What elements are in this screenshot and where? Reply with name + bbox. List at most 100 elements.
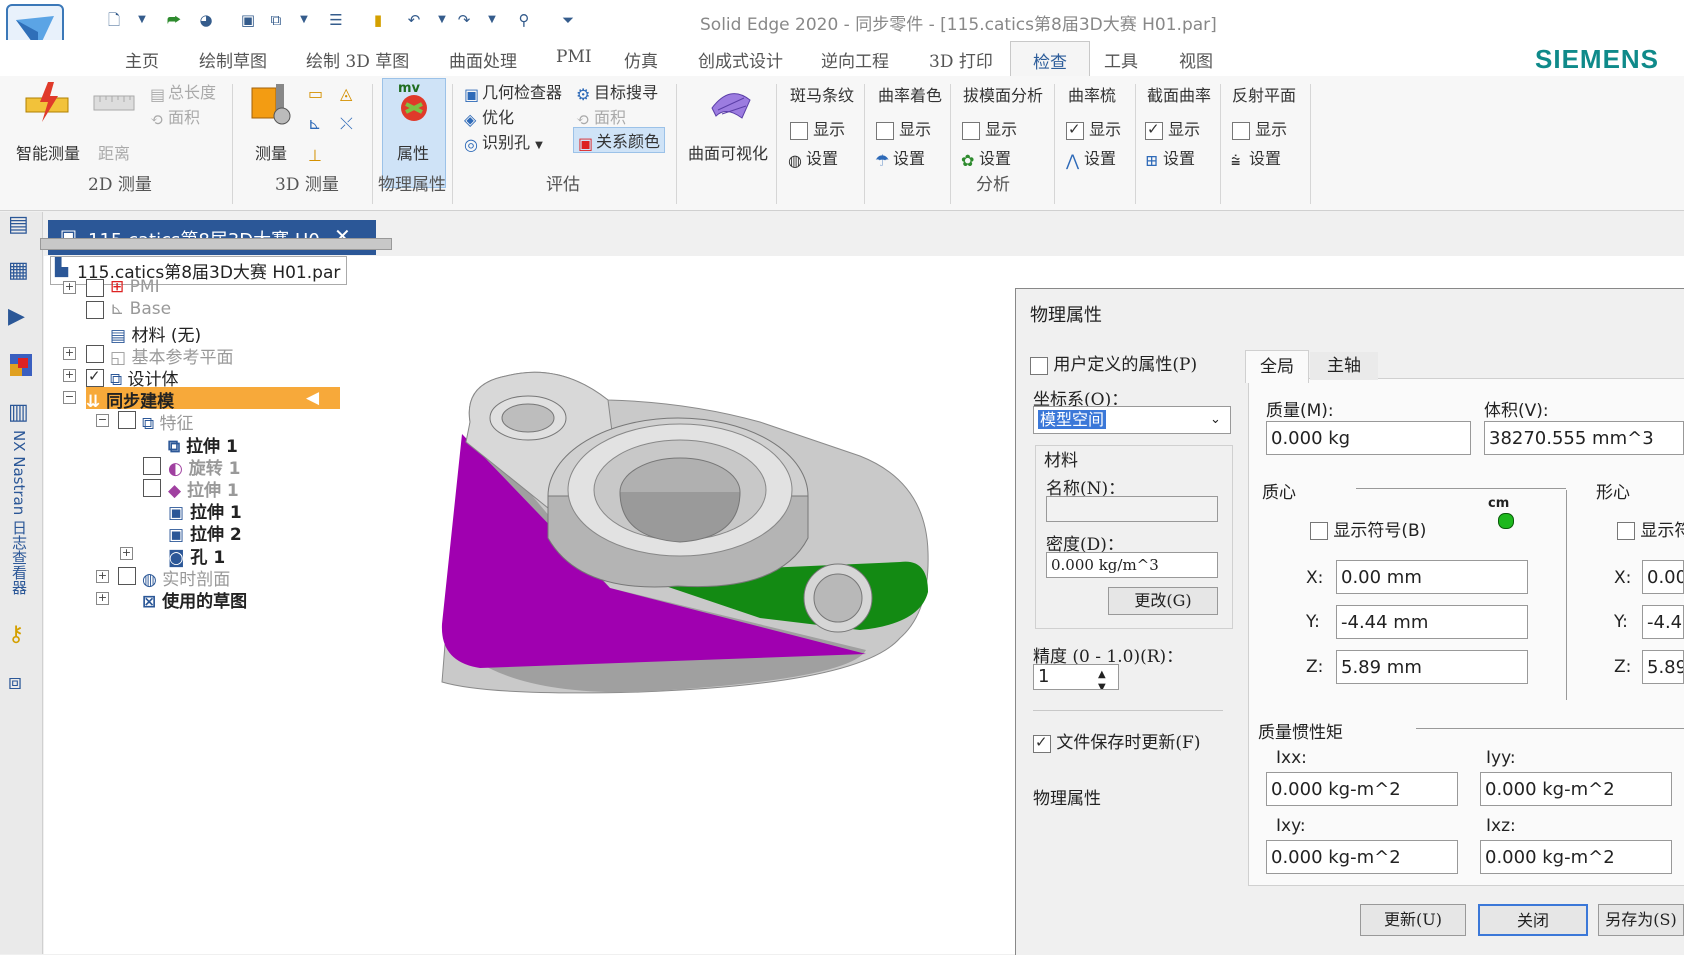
nx-nastran-log-viewer-tab[interactable]: NX Nastran 日志查看器 bbox=[10, 430, 30, 595]
ixy-field[interactable]: 0.000 kg-m^2 bbox=[1266, 840, 1458, 874]
layers-icon[interactable]: ▦ bbox=[8, 258, 34, 284]
splitter-handle[interactable] bbox=[40, 238, 392, 250]
tab-simulation[interactable]: 仿真 bbox=[624, 47, 658, 72]
collapse-features[interactable]: − bbox=[96, 414, 109, 427]
volume-field[interactable]: 38270.555 mm^3 bbox=[1484, 421, 1684, 455]
smart-measure-icon[interactable] bbox=[24, 80, 70, 130]
section-curvature-check-icon[interactable] bbox=[1145, 120, 1163, 140]
centroid-y-field[interactable]: -4.44 mm bbox=[1336, 605, 1528, 639]
show-shape-center-checkbox[interactable]: 显示符 bbox=[1617, 516, 1684, 541]
reflect-plane-settings-button[interactable]: ⩭ 设置 bbox=[1231, 145, 1281, 170]
optimize-button[interactable]: ◈ 优化 bbox=[464, 104, 514, 129]
save-as-button[interactable]: 另存为(S) bbox=[1598, 904, 1684, 936]
dropdown-arrow-icon[interactable]: ▼ bbox=[132, 10, 152, 30]
close-button[interactable]: 关闭 bbox=[1478, 904, 1588, 936]
part-model-3d[interactable] bbox=[430, 362, 1020, 712]
tree-item-extrude-2[interactable]: ▣ 拉伸 2 bbox=[168, 520, 242, 545]
extrude-1b-checkbox[interactable] bbox=[143, 479, 161, 497]
revolve-checkbox[interactable] bbox=[143, 457, 161, 475]
tab-generative-design[interactable]: 创成式设计 bbox=[698, 47, 783, 72]
undo-icon[interactable]: ↶ bbox=[404, 10, 424, 30]
total-length-button[interactable]: ▤ 总长度 bbox=[150, 79, 216, 104]
section-curvature-show-checkbox[interactable]: 显示 bbox=[1145, 116, 1200, 140]
curvature-shading-show-checkbox[interactable]: 显示 bbox=[876, 116, 931, 140]
relation-color-button[interactable]: ▣ 关系颜色 bbox=[573, 127, 666, 153]
mass-field[interactable]: 0.000 kg bbox=[1266, 421, 1471, 455]
send-icon[interactable]: ◕ bbox=[196, 10, 216, 30]
centroid-x-field[interactable]: 0.00 mm bbox=[1336, 560, 1528, 594]
measure-coordinate-icon[interactable]: ⤬ bbox=[340, 114, 353, 134]
tree-item-used-sketches[interactable]: ⊠ 使用的草图 bbox=[142, 587, 247, 612]
measure-3d-label[interactable]: 测量 bbox=[255, 140, 287, 164]
reference-planes-checkbox[interactable] bbox=[86, 345, 104, 363]
draft-settings-button[interactable]: ✿ 设置 bbox=[961, 145, 1011, 170]
measure-3d-icon[interactable] bbox=[250, 82, 294, 130]
curvature-comb-check-icon[interactable] bbox=[1066, 120, 1084, 140]
update-on-save-checkbox[interactable]: 文件保存时更新(F) bbox=[1033, 728, 1200, 753]
update-on-save-check-icon[interactable] bbox=[1033, 733, 1051, 753]
save-all-icon[interactable]: ⧉ bbox=[266, 10, 286, 30]
measure-min-distance-icon[interactable]: ▭ bbox=[308, 84, 323, 103]
zebra-settings-button[interactable]: ◍ 设置 bbox=[788, 145, 838, 170]
shape-center-z-field[interactable]: 5.89 bbox=[1642, 650, 1684, 684]
tab-tools[interactable]: 工具 bbox=[1104, 47, 1138, 72]
tab-global[interactable]: 全局 bbox=[1245, 350, 1309, 383]
curvature-shading-settings-button[interactable]: ☂ 设置 bbox=[875, 145, 925, 170]
relationship-icon[interactable]: ⚲ bbox=[514, 10, 534, 30]
live-section-checkbox[interactable] bbox=[118, 567, 136, 585]
tab-3d-print[interactable]: 3D 打印 bbox=[929, 47, 993, 72]
tab-inspect[interactable]: 检查 bbox=[1010, 41, 1090, 81]
clipboard-icon[interactable]: ▮ bbox=[368, 10, 388, 30]
coord-system-select[interactable]: 模型空间 ⌄ bbox=[1033, 406, 1231, 434]
surface-visualization-icon[interactable] bbox=[708, 80, 754, 126]
precision-stepper[interactable]: 1 ▲ ▼ bbox=[1033, 664, 1119, 690]
save-dropdown-icon[interactable]: ▼ bbox=[294, 10, 314, 30]
rollback-arrow-icon[interactable]: ◀ bbox=[306, 388, 319, 408]
tab-reverse-engineering[interactable]: 逆向工程 bbox=[821, 47, 889, 72]
show-centroid-symbol-checkbox[interactable]: 显示符号(B) bbox=[1310, 516, 1426, 541]
tab-surfacing[interactable]: 曲面处理 bbox=[449, 47, 517, 72]
expand-hole[interactable]: + bbox=[120, 547, 133, 560]
save-icon[interactable]: ▣ bbox=[238, 10, 258, 30]
list-icon[interactable]: ☰ bbox=[326, 10, 346, 30]
curvature-comb-show-checkbox[interactable]: 显示 bbox=[1066, 116, 1121, 140]
change-material-button[interactable]: 更改(G) bbox=[1108, 587, 1218, 615]
assembly-icon[interactable]: ⧈ bbox=[8, 670, 34, 696]
tab-view[interactable]: 视图 bbox=[1179, 47, 1213, 72]
tab-3d-sketch[interactable]: 绘制 3D 草图 bbox=[306, 47, 409, 72]
tree-item-synchronous-modeling[interactable]: ⇊ 同步建模 ◀ bbox=[86, 387, 340, 412]
tab-pmi[interactable]: PMI bbox=[556, 47, 592, 67]
features-checkbox[interactable] bbox=[118, 411, 136, 429]
key-icon[interactable]: ⚷ bbox=[8, 622, 34, 648]
shape-center-y-field[interactable]: -4.44 bbox=[1642, 605, 1684, 639]
undo-dropdown-icon[interactable]: ▼ bbox=[432, 10, 452, 30]
expand-design-body[interactable]: + bbox=[63, 369, 76, 382]
reflect-plane-show-checkbox[interactable]: 显示 bbox=[1232, 116, 1287, 140]
nastran-log-icon[interactable]: ▥ bbox=[8, 400, 34, 426]
new-file-icon[interactable]: 🗋 bbox=[104, 10, 124, 30]
customize-qat-icon[interactable]: ⏷ bbox=[558, 10, 578, 30]
show-shape-center-check-icon[interactable] bbox=[1617, 522, 1635, 540]
tab-principal-axes[interactable]: 主轴 bbox=[1310, 352, 1378, 380]
material-name-field[interactable] bbox=[1046, 496, 1218, 522]
smart-measure-label[interactable]: 智能测量 bbox=[16, 140, 80, 164]
measure-normal-icon[interactable]: ⊾ bbox=[308, 114, 321, 133]
shape-center-x-field[interactable]: 0.00 bbox=[1642, 560, 1684, 594]
redo-dropdown-icon[interactable]: ▼ bbox=[482, 10, 502, 30]
area-evaluate-button[interactable]: ⟲ 面积 bbox=[576, 104, 626, 129]
measure-angle-icon[interactable]: ◬ bbox=[340, 84, 352, 103]
tab-home[interactable]: 主页 bbox=[125, 47, 159, 72]
distance-icon[interactable] bbox=[92, 86, 136, 124]
open-icon[interactable]: ⮫ bbox=[164, 10, 184, 30]
draft-show-check-icon[interactable] bbox=[962, 121, 980, 140]
expand-reference-planes[interactable]: + bbox=[63, 347, 76, 360]
geometry-inspector-button[interactable]: ▣ 几何检查器 bbox=[464, 79, 562, 104]
distance-label[interactable]: 距离 bbox=[98, 140, 130, 164]
show-centroid-check-icon[interactable] bbox=[1310, 522, 1328, 540]
target-search-button[interactable]: ⚙ 目标搜寻 bbox=[576, 79, 658, 104]
collapse-synchronous[interactable]: − bbox=[63, 391, 76, 404]
expand-live-section[interactable]: + bbox=[96, 570, 109, 583]
tree-item-base[interactable]: ⊾ Base bbox=[110, 299, 171, 319]
redo-icon[interactable]: ↷ bbox=[454, 10, 474, 30]
curvature-comb-settings-button[interactable]: ⋀ 设置 bbox=[1066, 145, 1116, 170]
